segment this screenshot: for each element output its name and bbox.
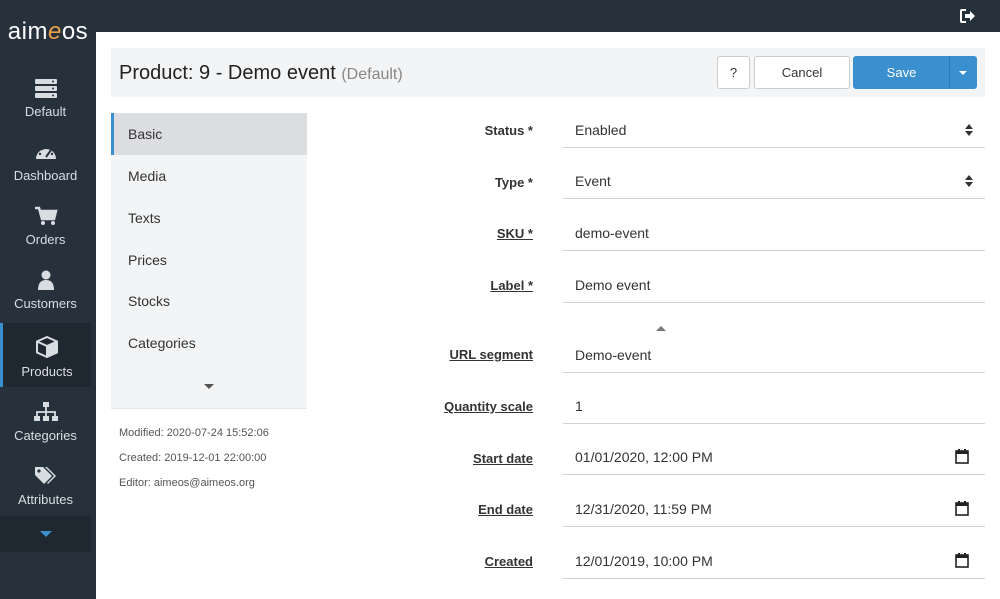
calendar-icon[interactable] [955,501,969,516]
tab-basic[interactable]: Basic [111,113,307,155]
status-select[interactable]: Enabled [563,112,985,148]
product-title: Product: 9 - Demo event [119,62,336,84]
caret-down-icon [39,531,52,537]
label-label: Label * [490,278,533,293]
start-date-value: 01/01/2020, 12:00 PM [575,448,713,465]
sku-label: SKU * [496,226,533,241]
logo-text: aim [7,17,48,45]
main-content: Product: 9 - Demo event (Default) ? Canc… [96,32,1000,599]
quantity-scale-input[interactable]: 1 [563,388,985,424]
sku-input[interactable]: demo-event [563,215,985,251]
sidebar-item-label: Dashboard [13,168,78,183]
select-arrows-icon [965,175,973,187]
sidebar-item-label: Customers [14,296,77,311]
status-value: Enabled [575,121,627,138]
sidebar-item-label: Products [21,364,73,379]
aimeos-logo[interactable]: aim e os [0,0,96,63]
sidebar-item-label: Orders [25,232,66,247]
start-date-input[interactable]: 01/01/2020, 12:00 PM [563,439,985,475]
created-info: Created: 2019-12-01 22:00:00 [119,452,267,464]
save-button[interactable]: Save [853,56,950,89]
tab-categories[interactable]: Categories [111,322,307,364]
label-input[interactable]: Demo event [563,267,985,303]
logo-tail: os [61,17,89,45]
caret-down-icon [204,383,214,389]
topbar [96,0,1000,32]
user-icon [37,270,54,290]
editor-info: Editor: aimeos@aimeos.org [119,477,255,489]
tab-stocks[interactable]: Stocks [111,280,307,322]
logo-accent: e [47,17,62,45]
sidebar-item-label: Default [24,104,67,119]
help-button[interactable]: ? [717,56,750,89]
page-title: Product: 9 - Demo event (Default) [119,62,403,85]
tab-media[interactable]: Media [111,155,307,197]
url-segment-label: URL segment [449,347,533,362]
item-header: Product: 9 - Demo event (Default) ? Canc… [111,48,985,97]
created-label: Created [484,554,533,569]
cube-icon [36,336,58,358]
server-icon [34,79,57,98]
end-date-input[interactable]: 12/31/2020, 11:59 PM [563,491,985,527]
calendar-icon[interactable] [955,449,969,464]
divider [111,408,307,409]
tab-prices[interactable]: Prices [111,239,307,281]
select-arrows-icon [965,124,973,136]
cancel-button[interactable]: Cancel [754,56,850,89]
gauge-icon [35,145,56,159]
tags-icon [34,467,56,484]
created-date-value: 12/01/2019, 10:00 PM [575,552,713,569]
quantity-scale-label: Quantity scale [444,399,533,414]
end-date-value: 12/31/2020, 11:59 PM [575,500,712,517]
sidebar-item-label: Attributes [18,492,73,507]
sidebar-more-button[interactable] [0,516,91,552]
sidebar-item-categories[interactable]: Categories [0,387,91,451]
end-date-label: End date [478,502,533,517]
sign-out-icon [960,9,975,23]
modified-info: Modified: 2020-07-24 15:52:06 [119,427,269,439]
sidebar-item-attributes[interactable]: Attributes [0,451,91,515]
site-subtitle: (Default) [341,66,403,83]
tab-texts[interactable]: Texts [111,197,307,239]
save-options-button[interactable] [949,56,977,89]
sitemap-icon [33,402,58,421]
sidebar: aim e os Default Dashboard Orders Customer… [0,0,96,599]
logout-button[interactable] [960,9,976,28]
calendar-icon[interactable] [955,553,969,568]
caret-down-icon [959,70,967,75]
sidebar-item-label: Categories [14,428,77,443]
tabs-more-button[interactable] [111,375,307,397]
type-label: Type * [494,175,533,190]
caret-up-icon[interactable] [655,325,667,332]
cart-icon [34,206,58,225]
item-tabs: Basic Media Texts Prices Stocks Categori… [111,113,307,408]
sidebar-item-default[interactable]: Default [0,63,91,127]
status-label: Status * [484,123,533,138]
url-segment-input[interactable]: Demo-event [563,337,985,373]
start-date-label: Start date [473,451,533,466]
sidebar-item-dashboard[interactable]: Dashboard [0,127,91,191]
sidebar-item-customers[interactable]: Customers [0,255,91,319]
sidebar-item-orders[interactable]: Orders [0,191,91,255]
type-select[interactable]: Event [563,163,985,199]
type-value: Event [575,172,611,189]
created-date-input[interactable]: 12/01/2019, 10:00 PM [563,543,985,579]
sidebar-item-products[interactable]: Products [0,323,91,387]
